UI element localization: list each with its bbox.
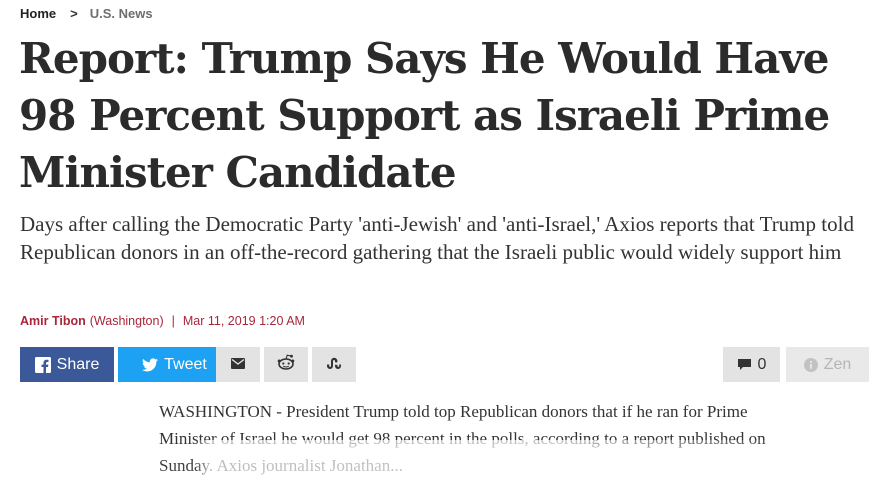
comment-icon (737, 358, 752, 371)
comments-button[interactable]: 0 (723, 347, 780, 382)
mail-icon (231, 356, 245, 374)
info-icon (803, 357, 818, 372)
breadcrumb-category[interactable]: U.S. News (90, 6, 153, 21)
article-headline: Report: Trump Says He Would Have 98 Perc… (19, 34, 830, 197)
twitter-share-label: Tweet (164, 355, 207, 373)
article-subheadline: Days after calling the Democratic Party … (20, 212, 854, 264)
zen-label: Zen (823, 355, 852, 373)
breadcrumb-home[interactable]: Home (20, 6, 56, 21)
facebook-share-button[interactable]: Share (20, 347, 114, 382)
publish-date: Mar 11, 2019 1:20 AM (182, 314, 305, 328)
byline-separator: | (171, 314, 175, 328)
share-toolbar: Share Tweet 0 Zen (20, 347, 869, 382)
breadcrumb-separator: > (70, 6, 78, 21)
reddit-icon (277, 354, 295, 375)
author-location: (Washington) (89, 314, 164, 328)
twitter-share-button[interactable]: Tweet (118, 347, 231, 382)
twitter-icon (142, 357, 159, 372)
stumbleupon-share-button[interactable] (312, 347, 356, 382)
facebook-share-label: Share (56, 355, 100, 373)
article-body-preview: WASHINGTON - President Trump told top Re… (159, 402, 766, 475)
email-share-button[interactable] (216, 347, 260, 382)
facebook-icon (34, 356, 51, 373)
comments-count: 0 (757, 355, 767, 373)
zen-mode-button[interactable]: Zen (786, 347, 869, 382)
byline: Amir Tibon (Washington) | Mar 11, 2019 1… (20, 314, 305, 328)
reddit-share-button[interactable] (264, 347, 308, 382)
stumbleupon-icon (326, 356, 342, 374)
breadcrumb: Home > U.S. News (20, 6, 153, 21)
author-link[interactable]: Amir Tibon (20, 314, 86, 328)
